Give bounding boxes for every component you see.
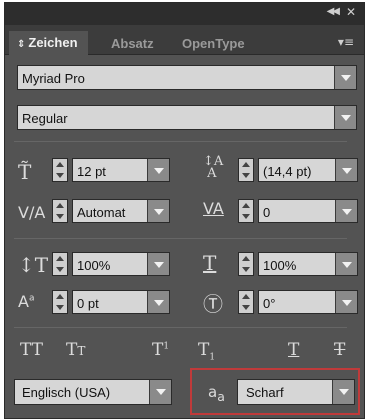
tracking-value: 0 <box>263 205 271 220</box>
chevron-down-icon[interactable] <box>334 66 356 89</box>
rotation-stepper[interactable] <box>238 290 254 314</box>
baseline-shift-value: 0 pt <box>77 296 99 311</box>
baseline-shift-stepper[interactable] <box>52 290 68 314</box>
underline-icon[interactable]: T <box>288 340 299 360</box>
chevron-down-icon[interactable] <box>335 253 357 275</box>
antialiasing-value: Scharf <box>246 385 284 400</box>
tracking-field[interactable]: 0 <box>258 199 358 223</box>
kerning-stepper[interactable] <box>52 199 68 223</box>
vertical-scale-stepper[interactable] <box>52 252 68 276</box>
antialiasing-dropdown[interactable]: Scharf <box>237 379 355 405</box>
horizontal-scale-value: 100% <box>263 258 297 273</box>
divider <box>14 238 347 239</box>
all-caps-icon[interactable]: TT <box>20 340 43 360</box>
leading-field[interactable]: (14,4 pt) <box>258 158 358 182</box>
tab-label: Zeichen <box>28 35 78 50</box>
panel-titlebar: ◀◀ ✕ <box>5 3 364 25</box>
kerning-icon: V/A <box>18 203 46 222</box>
kerning-field[interactable]: Automat <box>72 199 170 223</box>
antialiasing-icon: aa <box>208 383 225 404</box>
rotation-value: 0° <box>263 296 276 311</box>
subscript-icon[interactable]: T1 <box>198 340 215 362</box>
close-icon[interactable]: ✕ <box>346 5 356 19</box>
superscript-icon[interactable]: T1 <box>152 340 169 360</box>
language-value: Englisch (USA) <box>22 385 111 400</box>
tab-bar: ⇕ Zeichen Absatz OpenType ▾≡ <box>5 25 364 56</box>
horizontal-scale-field[interactable]: 100% <box>258 252 358 276</box>
strikethrough-icon[interactable]: T <box>334 340 345 360</box>
baseline-shift-field[interactable]: 0 pt <box>72 290 170 314</box>
tab-zeichen[interactable]: ⇕ Zeichen <box>9 31 88 56</box>
baseline-shift-icon: Aa <box>18 292 35 311</box>
chevron-down-icon[interactable] <box>147 159 169 181</box>
tab-label: OpenType <box>182 36 245 51</box>
tab-absatz[interactable]: Absatz <box>111 33 154 55</box>
leading-stepper[interactable] <box>238 158 254 182</box>
divider <box>14 327 347 328</box>
vertical-scale-icon: ↕T <box>18 253 49 277</box>
font-family-value: Myriad Pro <box>22 71 85 86</box>
vertical-scale-value: 100% <box>77 258 111 273</box>
small-caps-icon[interactable]: TT <box>66 340 85 360</box>
panel-menu-icon[interactable]: ▾≡ <box>338 35 354 49</box>
chevron-down-icon[interactable] <box>334 106 356 129</box>
chevron-down-icon[interactable] <box>335 159 357 181</box>
chevron-down-icon[interactable] <box>335 291 357 313</box>
chevron-down-icon[interactable] <box>332 380 354 404</box>
chevron-down-icon[interactable] <box>147 200 169 222</box>
font-size-value: 12 pt <box>77 164 106 179</box>
rotation-field[interactable]: 0° <box>258 290 358 314</box>
tab-opentype[interactable]: OpenType <box>182 33 245 55</box>
sort-arrows-icon: ⇕ <box>17 39 26 50</box>
font-size-icon: T̃ <box>18 160 32 184</box>
rotation-icon: Ⓣ <box>203 292 223 316</box>
font-size-stepper[interactable] <box>52 158 68 182</box>
font-family-dropdown[interactable]: Myriad Pro <box>17 65 357 90</box>
vertical-scale-field[interactable]: 100% <box>72 252 170 276</box>
horizontal-scale-icon: T <box>203 251 217 275</box>
chevron-down-icon[interactable] <box>147 253 169 275</box>
collapse-icon[interactable]: ◀◀ <box>327 6 340 17</box>
leading-value: (14,4 pt) <box>263 164 312 179</box>
horizontal-scale-stepper[interactable] <box>238 252 254 276</box>
font-size-field[interactable]: 12 pt <box>72 158 170 182</box>
leading-icon: ↕A A <box>203 154 224 181</box>
tracking-icon: VA <box>203 199 224 218</box>
tracking-stepper[interactable] <box>238 199 254 223</box>
chevron-down-icon[interactable] <box>335 200 357 222</box>
divider <box>14 141 347 142</box>
tab-label: Absatz <box>111 36 154 51</box>
font-style-dropdown[interactable]: Regular <box>17 105 357 130</box>
chevron-down-icon[interactable] <box>149 380 171 404</box>
font-style-value: Regular <box>22 111 68 126</box>
kerning-value: Automat <box>77 205 126 220</box>
chevron-down-icon[interactable] <box>147 291 169 313</box>
language-dropdown[interactable]: Englisch (USA) <box>14 379 172 405</box>
